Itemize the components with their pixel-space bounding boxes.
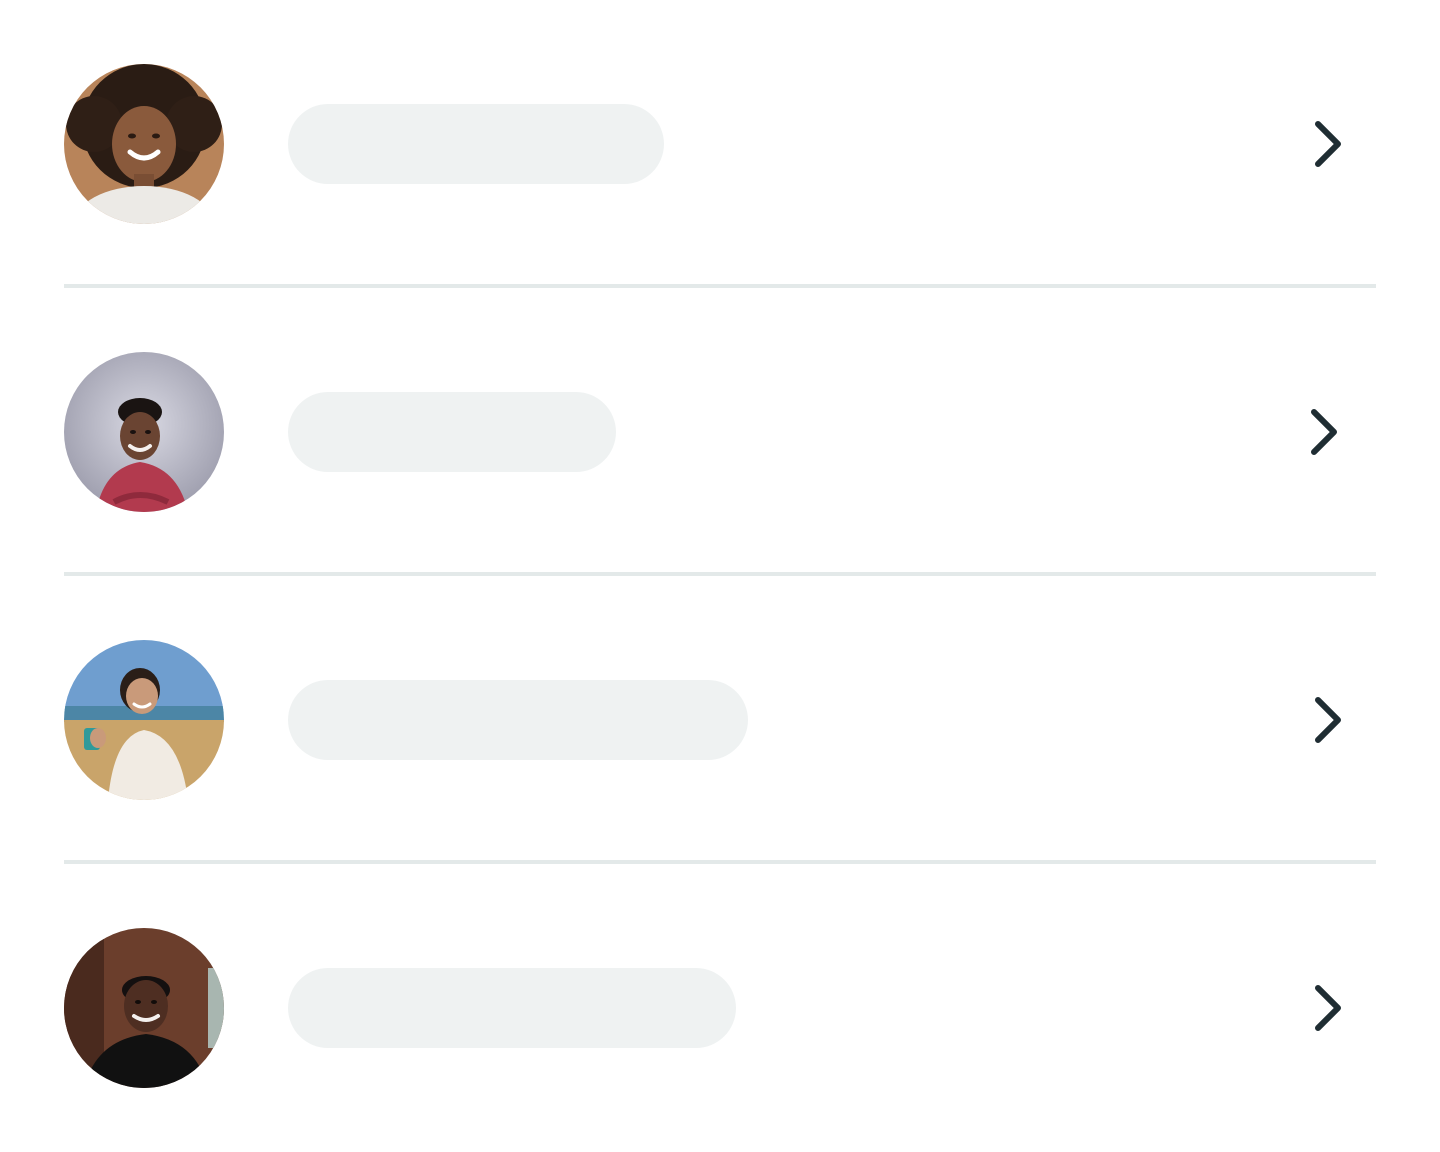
avatar bbox=[64, 64, 224, 224]
name-placeholder bbox=[288, 104, 664, 184]
avatar bbox=[64, 640, 224, 800]
list-item[interactable] bbox=[64, 288, 1376, 576]
list-item[interactable] bbox=[64, 576, 1376, 864]
avatar bbox=[64, 352, 224, 512]
chevron-right-icon[interactable] bbox=[1300, 692, 1356, 748]
name-placeholder bbox=[288, 680, 748, 760]
chevron-right-icon[interactable] bbox=[1300, 980, 1356, 1036]
list-item[interactable] bbox=[64, 864, 1376, 1152]
avatar bbox=[64, 928, 224, 1088]
list-item[interactable] bbox=[64, 0, 1376, 288]
chevron-right-icon[interactable] bbox=[1296, 404, 1352, 460]
name-placeholder bbox=[288, 392, 616, 472]
name-placeholder bbox=[288, 968, 736, 1048]
contact-list bbox=[64, 0, 1376, 1152]
chevron-right-icon[interactable] bbox=[1300, 116, 1356, 172]
